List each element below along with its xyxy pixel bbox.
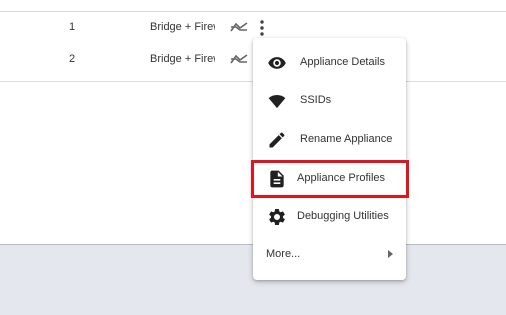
more-vert-icon[interactable] [257, 18, 267, 38]
trending-flat-icon[interactable] [230, 52, 248, 66]
menu-item-label: Debugging Utilities [297, 210, 389, 222]
row-mode: Bridge + Firewall [150, 21, 215, 33]
eye-icon [268, 57, 286, 69]
pencil-icon [269, 132, 285, 148]
document-icon [270, 170, 284, 188]
menu-item-label: Appliance Details [300, 56, 385, 68]
menu-item-rename-appliance[interactable]: Rename Appliance [253, 121, 406, 159]
menu-item-appliance-details[interactable]: Appliance Details [253, 44, 406, 82]
row-actions-menu: Appliance Details SSIDs Rename Appliance… [253, 38, 406, 280]
menu-item-appliance-profiles[interactable]: Appliance Profiles [253, 160, 406, 198]
menu-item-label: More... [266, 248, 301, 260]
row-number: 2 [69, 53, 76, 65]
gear-icon [269, 208, 285, 225]
row-mode: Bridge + Firewall [150, 53, 215, 65]
menu-item-more[interactable]: More... [253, 236, 406, 274]
menu-item-debugging-utilities[interactable]: Debugging Utilities [253, 198, 406, 236]
menu-item-label: Rename Appliance [300, 133, 393, 145]
row-number: 1 [69, 21, 76, 33]
wifi-icon [268, 94, 286, 109]
chevron-right-icon [388, 250, 393, 258]
menu-item-ssids[interactable]: SSIDs [253, 82, 406, 120]
menu-item-label: Appliance Profiles [297, 172, 386, 184]
trending-flat-icon[interactable] [230, 20, 248, 34]
menu-item-label: SSIDs [300, 94, 332, 106]
